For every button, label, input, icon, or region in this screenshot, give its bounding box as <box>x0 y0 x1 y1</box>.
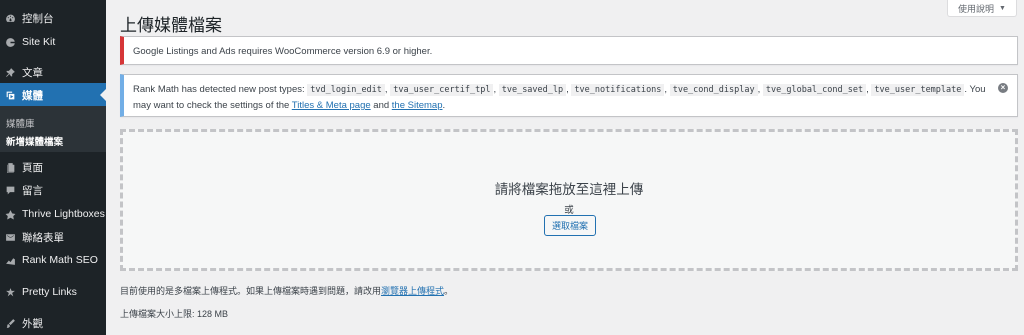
separator: , <box>493 84 499 95</box>
submenu-item-library[interactable]: 媒體庫 <box>6 116 35 130</box>
notice-text: . <box>442 100 446 111</box>
sidebar-item-label: 媒體 <box>22 89 43 102</box>
caret-down-icon: ▼ <box>999 4 1006 12</box>
sidebar-item-label: 頁面 <box>22 161 43 174</box>
post-type-code: tve_cond_display <box>669 84 758 96</box>
sidebar-item-label: 控制台 <box>22 12 54 25</box>
mail-icon <box>3 230 17 244</box>
rank-math-icon <box>3 253 17 267</box>
sidebar-item-media[interactable]: 媒體 <box>0 83 106 107</box>
dashboard-icon <box>3 11 17 25</box>
sidebar-item-contact-form[interactable]: 聯絡表單 <box>0 225 106 249</box>
sidebar-item-appearance[interactable]: 外觀 <box>0 311 106 335</box>
page-icon <box>3 160 17 174</box>
pretty-links-icon <box>3 285 17 299</box>
active-indicator <box>100 89 106 101</box>
post-type-code: tve_saved_lp <box>498 84 567 96</box>
site-kit-icon <box>3 35 17 49</box>
sidebar-item-label: 聯絡表單 <box>22 231 64 244</box>
submenu-item-add-new[interactable]: 新增媒體檔案 <box>6 134 63 148</box>
dismiss-icon[interactable]: × <box>998 83 1008 93</box>
uploader-info-end: 。 <box>444 286 454 296</box>
notice-text: and <box>370 100 392 111</box>
info-notice: Rank Math has detected new post types: t… <box>120 74 1018 117</box>
sidebar-item-label: 留言 <box>22 184 43 197</box>
max-upload-size: 上傳檔案大小上限: 128 MB <box>120 309 229 319</box>
post-type-code: tve_notifications <box>571 84 665 96</box>
notice-text: Google Listings and Ads requires WooComm… <box>133 46 433 57</box>
drop-or-text: 或 <box>564 205 574 216</box>
select-files-button[interactable]: 選取檔案 <box>544 215 596 236</box>
sidebar-item-label: 文章 <box>22 66 43 79</box>
sidebar-item-dashboard[interactable]: 控制台 <box>0 6 106 30</box>
media-icon <box>3 88 17 102</box>
sidebar-item-posts[interactable]: 文章 <box>0 60 106 84</box>
uploader-info-text: 目前使用的是多檔案上傳程式。如果上傳檔案時遇到問題，請改用 <box>120 286 382 296</box>
uploader-info: 目前使用的是多檔案上傳程式。如果上傳檔案時遇到問題，請改用瀏覽器上傳程式。 <box>120 284 453 297</box>
help-label: 使用說明 <box>958 3 995 14</box>
post-type-code: tve_user_template <box>871 84 965 96</box>
sidebar-item-thrive-lightboxes[interactable]: Thrive Lightboxes <box>0 202 106 226</box>
browser-uploader-link[interactable]: 瀏覽器上傳程式 <box>381 286 444 296</box>
post-type-code: tva_user_certif_tpl <box>390 84 494 96</box>
pin-icon <box>3 65 17 79</box>
drop-title: 請將檔案拖放至這裡上傳 <box>494 182 644 197</box>
page-title: 上傳媒體檔案 <box>120 16 222 35</box>
sidebar-item-label: Site Kit <box>22 36 56 48</box>
post-type-code: tve_global_cond_set <box>762 84 867 96</box>
sidebar-item-label: Pretty Links <box>22 286 77 298</box>
error-notice: Google Listings and Ads requires WooComm… <box>120 36 1018 65</box>
sidebar-item-comments[interactable]: 留言 <box>0 178 106 202</box>
sidebar-item-label: Thrive Lightboxes <box>22 208 105 220</box>
sidebar-item-pretty-links[interactable]: Pretty Links <box>0 280 106 304</box>
comment-icon <box>3 183 17 197</box>
media-submenu: 媒體庫 新增媒體檔案 <box>0 106 106 152</box>
admin-sidebar: 控制台 Site Kit 文章 媒體 媒體庫 新增媒體檔案 頁面 留言 Thri… <box>0 0 106 335</box>
upload-drop-area[interactable]: 請將檔案拖放至這裡上傳 或 選取檔案 <box>120 129 1018 271</box>
separator: , <box>664 84 670 95</box>
sidebar-item-label: 外觀 <box>22 317 43 330</box>
post-type-code: tvd_login_edit <box>307 84 385 96</box>
thrive-icon <box>3 207 17 221</box>
sidebar-item-pages[interactable]: 頁面 <box>0 155 106 179</box>
sidebar-item-site-kit[interactable]: Site Kit <box>0 30 106 54</box>
sidebar-item-label: Rank Math SEO <box>22 254 98 266</box>
sidebar-item-rank-math[interactable]: Rank Math SEO <box>0 248 106 272</box>
sitemap-link[interactable]: the Sitemap <box>392 100 443 111</box>
appearance-icon <box>3 316 17 330</box>
help-button[interactable]: 使用說明 ▼ <box>947 0 1017 17</box>
notice-text: Rank Math has detected new post types: <box>133 84 308 95</box>
titles-meta-link[interactable]: Titles & Meta page <box>292 100 371 111</box>
